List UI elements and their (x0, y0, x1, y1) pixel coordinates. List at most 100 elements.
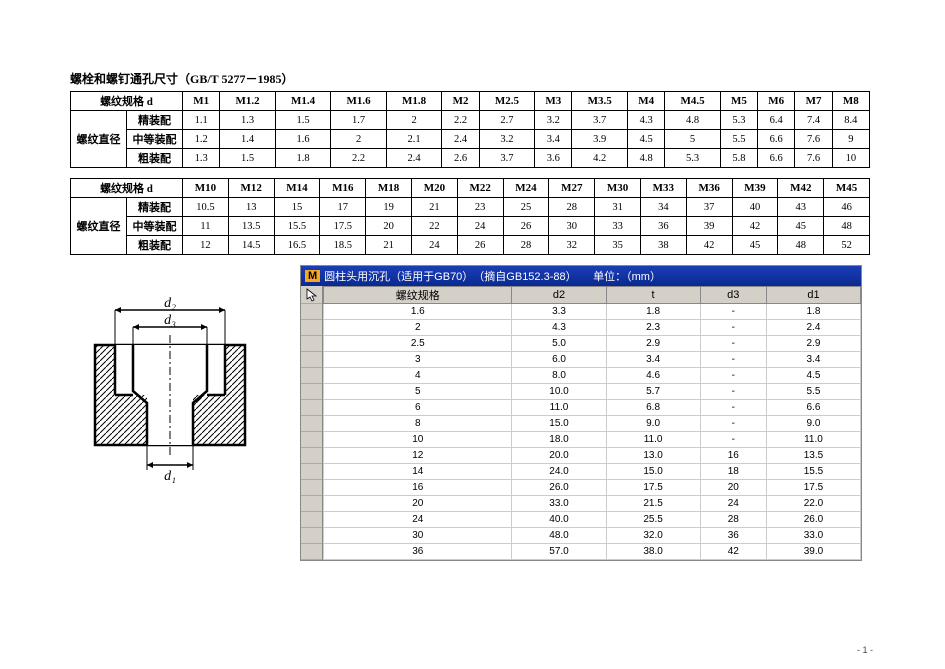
t2-cell: 17 (320, 198, 366, 217)
t1-col: M7 (795, 92, 832, 111)
dim-d1: d₁ (164, 469, 176, 484)
spread-cell: 5.0 (512, 336, 606, 352)
t2-cell: 28 (503, 236, 549, 255)
t1-rowlabel: 中等装配 (127, 130, 183, 149)
through-hole-table-2: 螺纹规格 d M10 M12 M14 M16 M18 M20 M22 M24 M… (70, 178, 870, 255)
t2-cell: 37 (686, 198, 732, 217)
spread-cell: 38.0 (606, 544, 700, 560)
spread-hdr: d3 (700, 287, 766, 304)
t1-col: M5 (720, 92, 757, 111)
t2-cell: 52 (824, 236, 870, 255)
spread-cell: 4.3 (512, 320, 606, 336)
spread-row: 815.09.0-9.0 (324, 416, 861, 432)
t1-col: M2.5 (479, 92, 535, 111)
t1-cell: 10 (832, 149, 869, 168)
t1-cell: 1.6 (275, 130, 331, 149)
spread-title-text: 圆柱头用沉孔（适用于GB70） （摘自GB152.3-88） 单位：（mm） (324, 268, 661, 284)
spread-cell: 2.9 (766, 336, 860, 352)
t2-cell: 34 (640, 198, 686, 217)
t1-cell: 4.8 (665, 111, 721, 130)
t1-cell: 3.2 (535, 111, 572, 130)
t2-cell: 30 (549, 217, 595, 236)
t1-cell: 2.7 (479, 111, 535, 130)
t2-cell: 12 (183, 236, 229, 255)
spread-cell: - (700, 384, 766, 400)
spread-row: 1424.015.01815.5 (324, 464, 861, 480)
spread-row: 36.03.4-3.4 (324, 352, 861, 368)
t1-cell: 4.5 (627, 130, 664, 149)
spread-cell: 8 (324, 416, 512, 432)
doc-title: 螺栓和螺钉通孔尺寸（GB/T 5277－1985） (70, 70, 875, 87)
t2-rowlabel: 中等装配 (127, 217, 183, 236)
spread-cell: 3.4 (766, 352, 860, 368)
t1-col: M8 (832, 92, 869, 111)
spread-cell: 36 (324, 544, 512, 560)
page-number: - 1 - (857, 645, 873, 655)
t2-col: M39 (732, 179, 778, 198)
t2-cell: 11 (183, 217, 229, 236)
t2-cell: 25 (503, 198, 549, 217)
through-hole-table-1: 螺纹规格 d M1 M1.2 M1.4 M1.6 M1.8 M2 M2.5 M3… (70, 91, 870, 168)
t1-cell: 5.8 (720, 149, 757, 168)
spread-row: 2.55.02.9-2.9 (324, 336, 861, 352)
spread-cell: 5.5 (766, 384, 860, 400)
t2-cell: 21 (366, 236, 412, 255)
t2-cell: 28 (549, 198, 595, 217)
spread-hdr: 螺纹规格 (324, 287, 512, 304)
spread-cell: 17.5 (606, 480, 700, 496)
spread-row: 3657.038.04239.0 (324, 544, 861, 560)
t1-col: M1.2 (220, 92, 276, 111)
counterbore-diagram: d₂ d₃ (70, 265, 300, 485)
t1-cell: 6.4 (758, 111, 795, 130)
dim-d2: d₂ (164, 296, 176, 311)
t1-cell: 3.6 (535, 149, 572, 168)
spread-cell: 24.0 (512, 464, 606, 480)
spread-hdr: d2 (512, 287, 606, 304)
t1-cell: 7.6 (795, 149, 832, 168)
t2-col: M10 (183, 179, 229, 198)
spread-cell: - (700, 368, 766, 384)
spread-cell: 39.0 (766, 544, 860, 560)
t2-hdr-label: 螺纹规格 d (71, 179, 183, 198)
t1-cell: 2.2 (442, 111, 479, 130)
spread-cell: 2 (324, 320, 512, 336)
t2-col: M42 (778, 179, 824, 198)
t2-cell: 42 (686, 236, 732, 255)
t1-col: M1 (183, 92, 220, 111)
spread-cell: 13.5 (766, 448, 860, 464)
t1-cell: 1.8 (275, 149, 331, 168)
t2-cell: 48 (778, 236, 824, 255)
spread-cell: 2.9 (606, 336, 700, 352)
spread-cell: 48.0 (512, 528, 606, 544)
t2-cell: 26 (503, 217, 549, 236)
t2-col: M12 (228, 179, 274, 198)
spread-cell: 9.0 (766, 416, 860, 432)
t1-cell: 1.7 (331, 111, 387, 130)
spread-row: 1626.017.52017.5 (324, 480, 861, 496)
cursor-icon (301, 286, 322, 304)
t1-cell: 4.3 (627, 111, 664, 130)
spread-cell: 33.0 (766, 528, 860, 544)
t2-cell: 15 (274, 198, 320, 217)
t1-col: M1.6 (331, 92, 387, 111)
t1-cell: 2.2 (331, 149, 387, 168)
spread-cell: 9.0 (606, 416, 700, 432)
t1-cell: 1.3 (183, 149, 220, 168)
spread-cell: 1.8 (766, 304, 860, 320)
t2-cell: 10.5 (183, 198, 229, 217)
t2-cell: 24 (457, 217, 503, 236)
t1-cell: 1.5 (275, 111, 331, 130)
t2-cell: 23 (457, 198, 503, 217)
spread-cell: 10 (324, 432, 512, 448)
t2-cell: 45 (778, 217, 824, 236)
t2-cell: 31 (595, 198, 641, 217)
t1-hdr-label: 螺纹规格 d (71, 92, 183, 111)
spread-row-gutter (301, 286, 323, 560)
spread-cell: 6.8 (606, 400, 700, 416)
spread-cell: 2.4 (766, 320, 860, 336)
spread-cell: 2.5 (324, 336, 512, 352)
t2-cell: 36 (640, 217, 686, 236)
t1-col: M3.5 (572, 92, 628, 111)
spread-cell: 20 (700, 480, 766, 496)
counterbore-spreadsheet: M 圆柱头用沉孔（适用于GB70） （摘自GB152.3-88） 单位：（mm）… (300, 265, 862, 561)
